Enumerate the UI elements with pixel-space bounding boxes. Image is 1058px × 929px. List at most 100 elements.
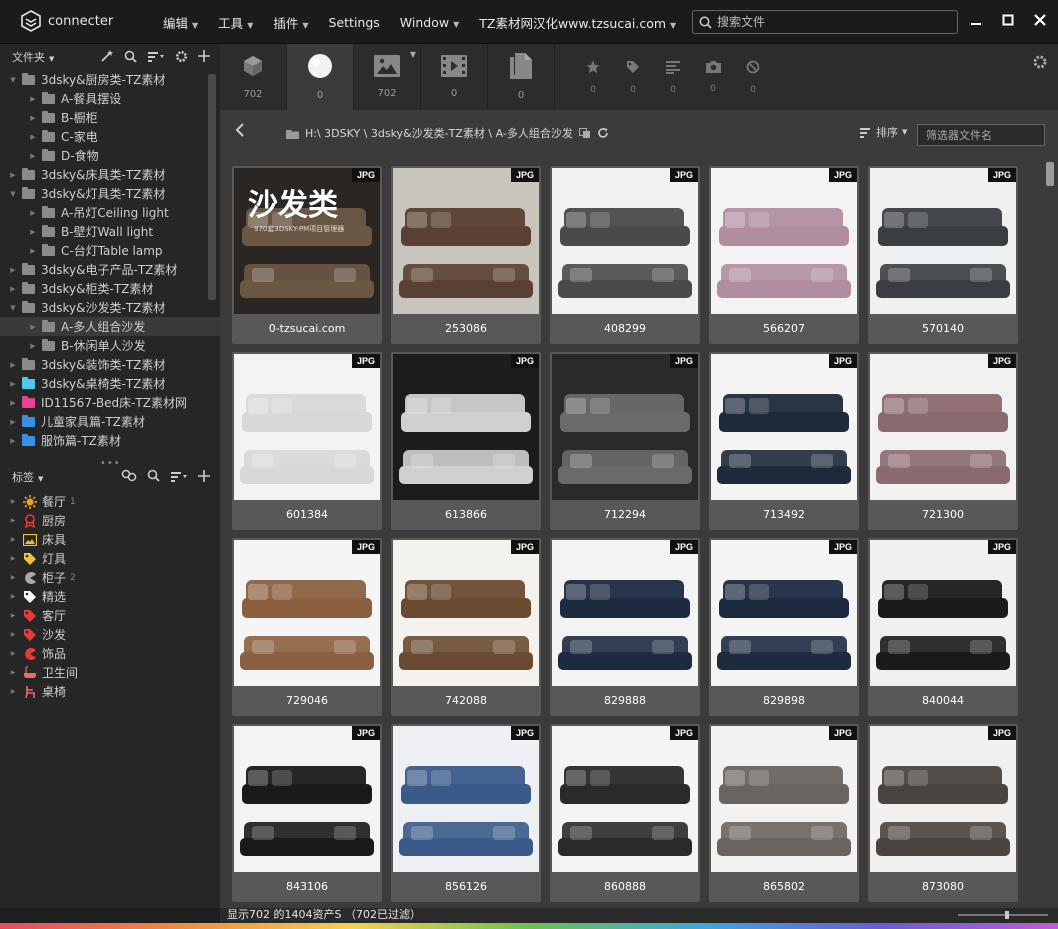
copy-path-icon[interactable]: [578, 127, 591, 139]
asset-thumbnail[interactable]: [711, 354, 857, 500]
asset-card[interactable]: JPG 829898: [709, 538, 859, 716]
filter-input[interactable]: [917, 124, 1045, 146]
chevron-right-icon[interactable]: ▶: [8, 399, 18, 407]
asset-card[interactable]: JPG 721300: [868, 352, 1018, 530]
close-button[interactable]: [1032, 12, 1048, 28]
folder-item[interactable]: ▶ ID11567-Bed床-TZ素材网: [0, 393, 220, 412]
asset-thumbnail[interactable]: [393, 540, 539, 686]
filter-tab-text[interactable]: 0: [658, 60, 688, 95]
chevron-right-icon[interactable]: ▶: [8, 669, 18, 676]
chevron-right-icon[interactable]: ▶: [8, 650, 18, 657]
folder-item[interactable]: ▼ 3dsky&沙发类-TZ素材: [0, 298, 220, 317]
filter-tab-camera[interactable]: 0: [698, 60, 728, 94]
folder-item[interactable]: ▶ B-橱柜: [0, 108, 220, 127]
chevron-right-icon[interactable]: ▶: [8, 171, 18, 179]
tag-item[interactable]: ▶ 柜子 2: [0, 568, 220, 587]
asset-card[interactable]: JPG 408299: [550, 166, 700, 344]
asset-thumbnail[interactable]: [393, 354, 539, 500]
folder-item[interactable]: ▶ A-多人组合沙发: [0, 317, 220, 336]
folder-item[interactable]: ▶ D-食物: [0, 146, 220, 165]
chevron-right-icon[interactable]: ▶: [28, 247, 38, 255]
chevron-right-icon[interactable]: ▶: [8, 593, 18, 600]
chevron-right-icon[interactable]: ▶: [8, 361, 18, 369]
tag-item[interactable]: ▶ 饰品: [0, 644, 220, 663]
asset-grid-scrollbar[interactable]: [1046, 162, 1054, 186]
filter-tab-tag[interactable]: 0: [618, 60, 648, 95]
asset-thumbnail[interactable]: [870, 726, 1016, 872]
asset-card[interactable]: JPG 865802: [709, 724, 859, 902]
chevron-right-icon[interactable]: ▶: [8, 498, 18, 505]
refresh-icon[interactable]: [597, 127, 609, 139]
chevron-right-icon[interactable]: ▶: [28, 133, 38, 141]
chevron-right-icon[interactable]: ▶: [28, 228, 38, 236]
tag-item[interactable]: ▶ 床具: [0, 530, 220, 549]
sort-icon[interactable]: [147, 50, 165, 62]
chevron-right-icon[interactable]: ▶: [8, 418, 18, 426]
folder-item[interactable]: ▶ A-吊灯Ceiling light: [0, 203, 220, 222]
breadcrumb-path[interactable]: H:\ 3DSKY \ 3dsky&沙发类-TZ素材 \ A-多人组合沙发: [305, 125, 573, 141]
folder-item[interactable]: ▶ 3dsky&柜类-TZ素材: [0, 279, 220, 298]
zoom-slider[interactable]: [958, 911, 1048, 919]
magic-wand-icon[interactable]: [100, 49, 114, 63]
chevron-down-icon[interactable]: ▼: [410, 50, 416, 59]
tag-item[interactable]: ▶ 卫生间: [0, 663, 220, 682]
folder-item[interactable]: ▶ 3dsky&床具类-TZ素材: [0, 165, 220, 184]
chevron-right-icon[interactable]: ▶: [8, 285, 18, 293]
asset-card[interactable]: 沙发类 970套3DSKY-PM项目管理器 JPG 0-tzsucai.com: [232, 166, 382, 344]
chevron-right-icon[interactable]: ▶: [8, 437, 18, 445]
type-tab-document[interactable]: 0: [488, 44, 555, 110]
menu-item-1[interactable]: 工具 ▼: [218, 13, 253, 32]
folder-item[interactable]: ▼ 3dsky&厨房类-TZ素材: [0, 70, 220, 89]
asset-card[interactable]: JPG 829888: [550, 538, 700, 716]
asset-card[interactable]: JPG 613866: [391, 352, 541, 530]
asset-thumbnail[interactable]: [552, 726, 698, 872]
chevron-right-icon[interactable]: ▶: [8, 574, 18, 581]
asset-card[interactable]: JPG 712294: [550, 352, 700, 530]
folders-title[interactable]: 文件夹 ▼: [12, 49, 54, 65]
tag-item[interactable]: ▶ 客厅: [0, 606, 220, 625]
filter-tab-star[interactable]: 0: [578, 60, 608, 95]
minimize-button[interactable]: [968, 12, 984, 28]
folder-item[interactable]: ▶ A-餐具摆设: [0, 89, 220, 108]
asset-thumbnail[interactable]: [234, 726, 380, 872]
folder-item[interactable]: ▶ C-家电: [0, 127, 220, 146]
zoom-slider-knob[interactable]: [1005, 911, 1009, 919]
chevron-down-icon[interactable]: ▼: [8, 304, 18, 312]
asset-card[interactable]: JPG 729046: [232, 538, 382, 716]
folder-item[interactable]: ▶ B-壁灯Wall light: [0, 222, 220, 241]
sort-button[interactable]: 排序 ▼: [860, 124, 907, 140]
chevron-right-icon[interactable]: ▶: [8, 380, 18, 388]
asset-card[interactable]: JPG 566207: [709, 166, 859, 344]
chevron-right-icon[interactable]: ▶: [28, 342, 38, 350]
asset-thumbnail[interactable]: [234, 540, 380, 686]
asset-card[interactable]: JPG 860888: [550, 724, 700, 902]
search-icon[interactable]: [124, 50, 137, 63]
asset-thumbnail[interactable]: [393, 726, 539, 872]
chevron-down-icon[interactable]: ▼: [8, 76, 18, 84]
asset-card[interactable]: JPG 253086: [391, 166, 541, 344]
type-tab-3d-model[interactable]: 702: [220, 44, 287, 110]
chevron-right-icon[interactable]: ▶: [8, 517, 18, 524]
tag-item[interactable]: ▶ 桌椅: [0, 682, 220, 701]
asset-thumbnail[interactable]: [870, 354, 1016, 500]
sort-icon[interactable]: [170, 470, 188, 482]
folder-item[interactable]: ▼ 3dsky&灯具类-TZ素材: [0, 184, 220, 203]
asset-card[interactable]: JPG 873080: [868, 724, 1018, 902]
chevron-right-icon[interactable]: ▶: [8, 631, 18, 638]
menu-item-4[interactable]: Window ▼: [400, 15, 459, 30]
asset-thumbnail[interactable]: [870, 168, 1016, 314]
chevron-right-icon[interactable]: ▶: [28, 152, 38, 160]
asset-thumbnail[interactable]: [234, 354, 380, 500]
maximize-button[interactable]: [1000, 12, 1016, 28]
chevron-right-icon[interactable]: ▶: [8, 688, 18, 695]
search-box[interactable]: [692, 10, 958, 34]
folder-item[interactable]: ▶ 3dsky&桌椅类-TZ素材: [0, 374, 220, 393]
folder-item[interactable]: ▶ C-台灯Table lamp: [0, 241, 220, 260]
menu-item-5[interactable]: TZ素材网汉化www.tzsucai.com ▼: [479, 13, 676, 32]
asset-thumbnail[interactable]: [711, 726, 857, 872]
chevron-right-icon[interactable]: ▶: [28, 95, 38, 103]
menu-item-3[interactable]: Settings: [329, 15, 380, 30]
asset-card[interactable]: JPG 742088: [391, 538, 541, 716]
gear-icon[interactable]: [175, 50, 188, 63]
asset-thumbnail[interactable]: [552, 354, 698, 500]
